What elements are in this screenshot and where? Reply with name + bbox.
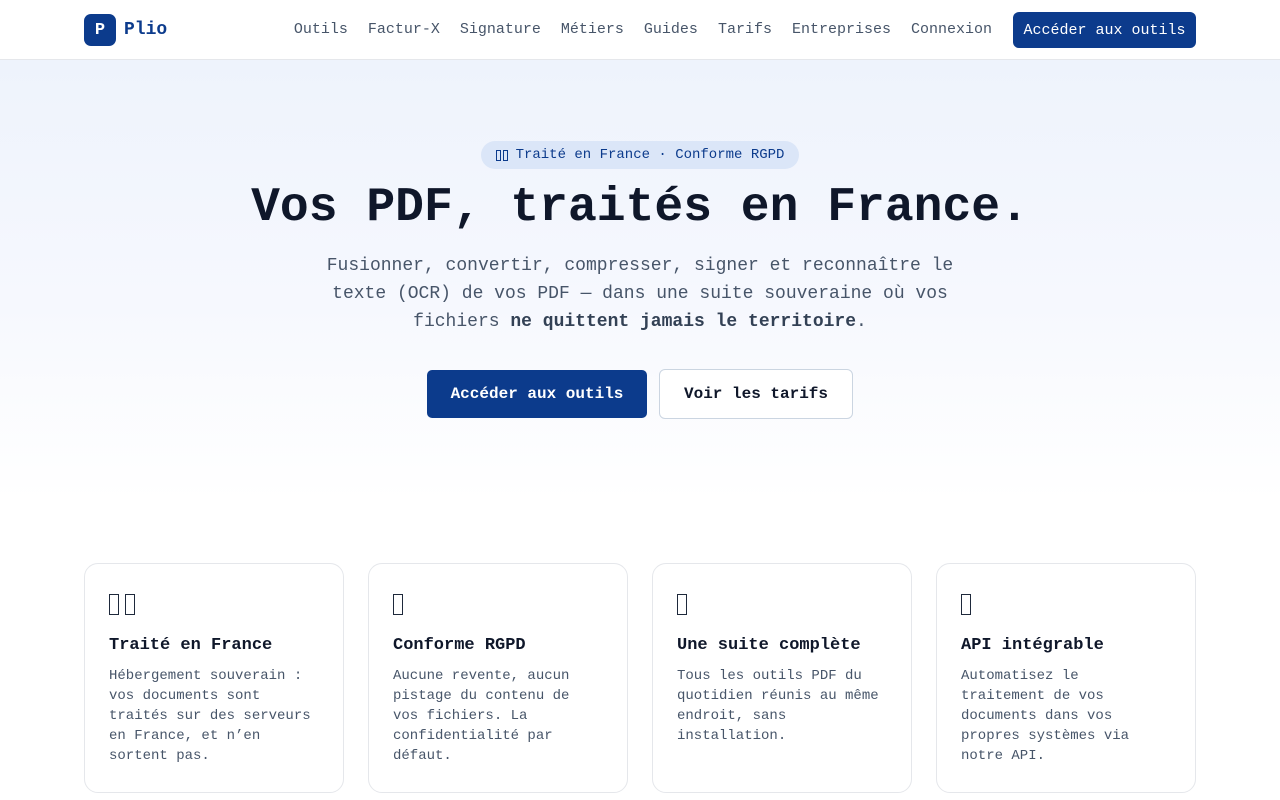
hero-title: Vos PDF, traités en France. bbox=[251, 181, 1029, 235]
france-flag-icon bbox=[495, 149, 508, 161]
view-pricing-button[interactable]: Voir les tarifs bbox=[659, 369, 853, 419]
plug-icon bbox=[961, 592, 1171, 616]
nav-item-guides[interactable]: Guides bbox=[644, 21, 698, 38]
france-flag-icon bbox=[109, 592, 319, 616]
feature-text: Tous les outils PDF du quotidien réunis … bbox=[677, 668, 879, 744]
feature-title: Traité en France bbox=[109, 636, 273, 655]
header-cta-button[interactable]: Accéder aux outils bbox=[1013, 12, 1196, 48]
feature-text: Automatisez le traitement de vos documen… bbox=[961, 668, 1130, 764]
feature-text: Aucune revente, aucun pistage du contenu… bbox=[393, 668, 570, 764]
features-section: Traité en France Hébergement souverain :… bbox=[84, 563, 1196, 793]
feature-card-france: Traité en France Hébergement souverain :… bbox=[84, 563, 344, 793]
brand-name: Plio bbox=[124, 20, 168, 40]
feature-text: Hébergement souverain : vos documents so… bbox=[109, 668, 311, 764]
hero-subtitle: Fusionner, convertir, compresser, signer… bbox=[310, 252, 970, 336]
nav-item-outils[interactable]: Outils bbox=[294, 21, 348, 38]
feature-title: API intégrable bbox=[961, 636, 1104, 655]
hero-subtitle-emphasis: ne quittent jamais le territoire bbox=[510, 312, 857, 332]
feature-title: Conforme RGPD bbox=[393, 636, 526, 655]
nav-item-metiers[interactable]: Métiers bbox=[561, 21, 624, 38]
feature-card-rgpd: Conforme RGPD Aucune revente, aucun pist… bbox=[368, 563, 628, 793]
site-header: P Plio Outils Factur-X Signature Métiers… bbox=[0, 0, 1280, 60]
hero-badge: Traité en France · Conforme RGPD bbox=[481, 141, 799, 169]
toolbox-icon bbox=[677, 592, 887, 616]
hero-badge-text: Traité en France · Conforme RGPD bbox=[515, 147, 785, 163]
nav-item-factur-x[interactable]: Factur-X bbox=[368, 21, 440, 38]
feature-card-api: API intégrable Automatisez le traitement… bbox=[936, 563, 1196, 793]
nav-item-signature[interactable]: Signature bbox=[460, 21, 541, 38]
feature-title: Une suite complète bbox=[677, 636, 861, 655]
hero-subtitle-end: . bbox=[856, 312, 867, 332]
access-tools-button[interactable]: Accéder aux outils bbox=[427, 370, 647, 418]
lock-icon bbox=[393, 592, 603, 616]
logo[interactable]: P Plio bbox=[84, 14, 167, 46]
feature-card-suite: Une suite complète Tous les outils PDF d… bbox=[652, 563, 912, 793]
logo-mark: P bbox=[84, 14, 116, 46]
main-nav: Outils Factur-X Signature Métiers Guides… bbox=[294, 0, 992, 59]
nav-item-connexion[interactable]: Connexion bbox=[911, 21, 992, 38]
nav-item-tarifs[interactable]: Tarifs bbox=[718, 21, 772, 38]
nav-item-entreprises[interactable]: Entreprises bbox=[792, 21, 891, 38]
